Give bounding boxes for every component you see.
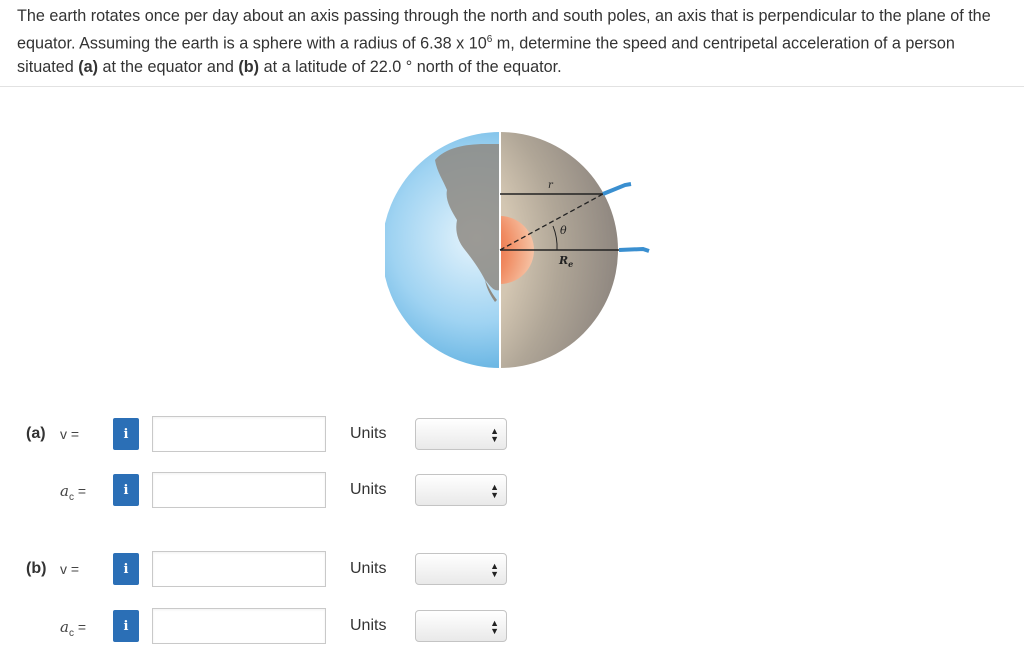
variable-label: v = xyxy=(60,561,80,577)
part-a-tag: (a) xyxy=(78,58,98,77)
units-select[interactable]: ▲ ▼ xyxy=(415,418,507,450)
earth-diagram: r θ Re xyxy=(385,132,650,368)
units-label: Units xyxy=(350,560,387,577)
updown-arrow-icon: ▲ ▼ xyxy=(490,561,499,579)
answer-row-a-ac: ac = i Units ▲ ▼ xyxy=(0,472,1024,508)
units-label: Units xyxy=(350,425,387,442)
units-select[interactable]: ▲ ▼ xyxy=(415,474,507,506)
updown-arrow-icon: ▲ ▼ xyxy=(490,482,499,500)
units-label: Units xyxy=(350,481,387,498)
part-label: (a) xyxy=(26,425,46,442)
answer-row-b-v: (b) v = i Units ▲ ▼ xyxy=(0,551,1024,587)
info-button[interactable]: i xyxy=(113,418,139,450)
variable-label: ac = xyxy=(60,482,87,503)
problem-statement: The earth rotates once per day about an … xyxy=(17,4,1007,79)
earth-figure: r θ Re xyxy=(385,130,665,370)
answer-input[interactable] xyxy=(152,416,326,452)
info-button[interactable]: i xyxy=(113,474,139,506)
variable-label: v = xyxy=(60,426,80,442)
info-button[interactable]: i xyxy=(113,610,139,642)
answer-row-a-v: (a) v = i Units ▲ ▼ xyxy=(0,416,1024,452)
units-select[interactable]: ▲ ▼ xyxy=(415,610,507,642)
part-label: (b) xyxy=(26,560,47,577)
units-select[interactable]: ▲ ▼ xyxy=(415,553,507,585)
info-button[interactable]: i xyxy=(113,553,139,585)
units-label: Units xyxy=(350,617,387,634)
person-b-icon xyxy=(602,182,632,196)
answer-input[interactable] xyxy=(152,472,326,508)
part-b-tag: (b) xyxy=(238,58,260,77)
problem-text: at a latitude of 22.0 ° north of the equ… xyxy=(259,58,562,77)
answer-row-b-ac: ac = i Units ▲ ▼ xyxy=(0,608,1024,644)
answer-input[interactable] xyxy=(152,608,326,644)
divider xyxy=(0,86,1024,87)
person-a-icon xyxy=(618,246,650,253)
variable-label: ac = xyxy=(60,618,87,639)
problem-text: at the equator and xyxy=(98,58,239,77)
answer-input[interactable] xyxy=(152,551,326,587)
updown-arrow-icon: ▲ ▼ xyxy=(490,426,499,444)
updown-arrow-icon: ▲ ▼ xyxy=(490,618,499,636)
label-theta: θ xyxy=(560,224,567,237)
